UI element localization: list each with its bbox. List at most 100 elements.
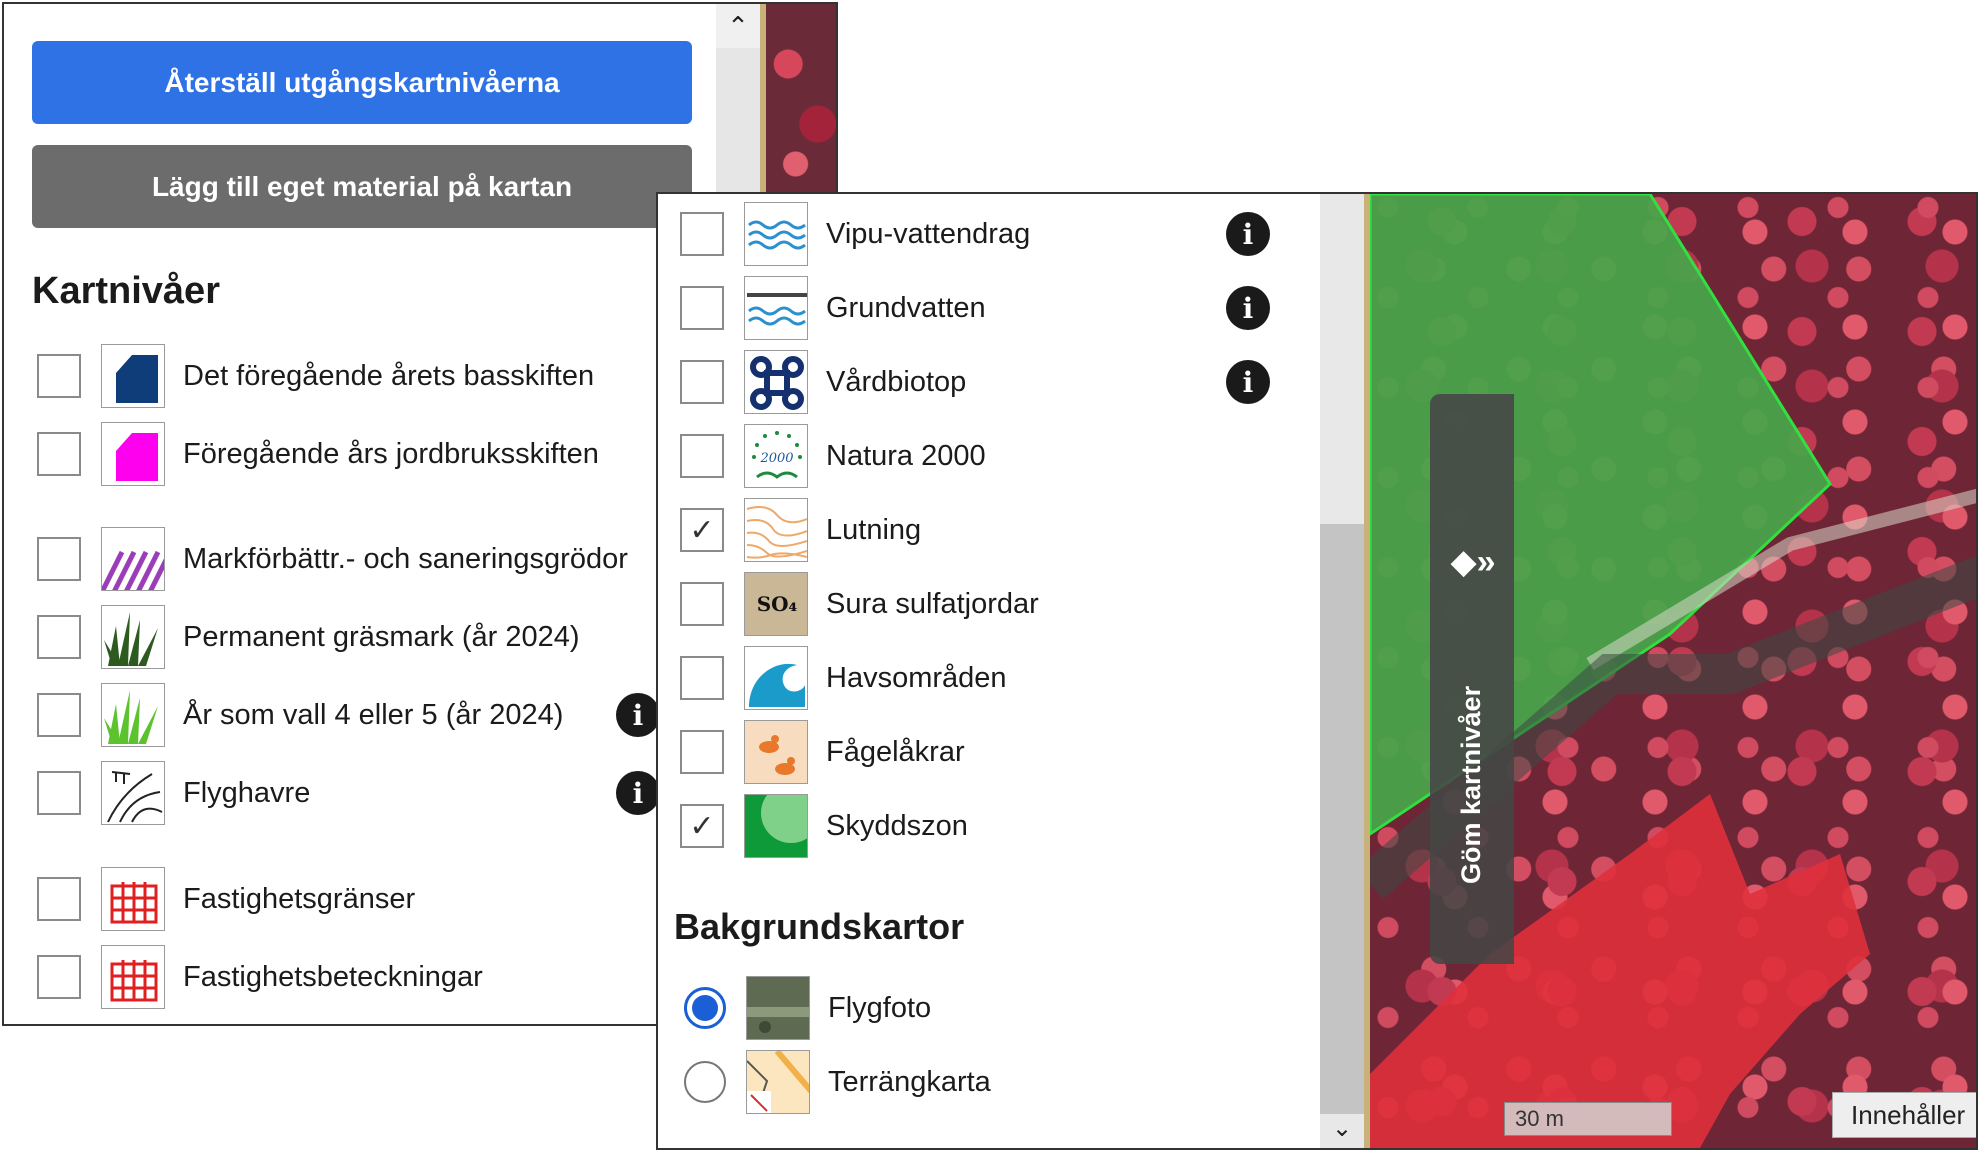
layer-checkbox[interactable] <box>37 432 81 476</box>
wild-oat-icon <box>101 761 165 825</box>
svg-text:SO₄: SO₄ <box>757 592 798 616</box>
ducks-icon <box>744 720 808 784</box>
layer-label: Fågelåkrar <box>826 735 965 768</box>
background-map-row[interactable]: Terrängkarta <box>680 1050 991 1114</box>
layer-checkbox-checked[interactable]: ✓ <box>680 804 724 848</box>
so4-icon: SO₄ <box>744 572 808 636</box>
layer-label: Flyghavre <box>183 776 311 809</box>
layer-label: Fastighetsbeteckningar <box>183 960 483 993</box>
layer-row[interactable]: ✓ Skyddszon <box>680 794 968 858</box>
layer-label: Havsområden <box>826 661 1007 694</box>
basskifte-icon <box>101 344 165 408</box>
reset-layers-button[interactable]: Återställ utgångskartnivåerna <box>32 41 692 124</box>
layer-label: Skyddszon <box>826 809 968 842</box>
contour-lines-icon <box>744 498 808 562</box>
layer-checkbox[interactable] <box>37 537 81 581</box>
scrollbar[interactable]: ⌃ <box>716 4 760 204</box>
layer-row[interactable]: Havsområden <box>680 646 1007 710</box>
background-map-label: Terrängkarta <box>828 1065 991 1098</box>
layer-row[interactable]: Vipu-vattendrag <box>680 202 1030 266</box>
radio-selected[interactable] <box>684 987 726 1029</box>
layer-checkbox[interactable] <box>37 955 81 999</box>
layer-row[interactable]: Vårdbiotop <box>680 350 966 414</box>
hatched-stripes-icon <box>101 527 165 591</box>
hide-layers-label: Göm kartnivåer <box>1456 685 1486 884</box>
layer-row[interactable]: Det föregående årets basskiften <box>37 344 594 408</box>
light-grass-icon <box>101 683 165 747</box>
protection-zone-icon <box>744 794 808 858</box>
content-button[interactable]: Innehåller <box>1832 1092 1976 1138</box>
layer-row[interactable]: Föregående års jordbruksskiften <box>37 422 599 486</box>
layer-checkbox[interactable] <box>680 360 724 404</box>
background-map-label: Flygfoto <box>828 991 932 1024</box>
layer-label: Sura sulfatjordar <box>826 587 1039 620</box>
layer-checkbox[interactable] <box>37 615 81 659</box>
layer-label: Vipu-vattendrag <box>826 217 1031 250</box>
terrain-map-icon <box>746 1050 810 1114</box>
layer-label: Natura 2000 <box>826 439 986 472</box>
layer-row[interactable]: ✓ Lutning <box>680 498 921 562</box>
layer-row[interactable]: Permanent gräsmark (år 2024) <box>37 605 580 669</box>
layer-checkbox[interactable] <box>680 582 724 626</box>
layer-label: År som vall 4 eller 5 (år 2024) <box>183 698 564 731</box>
layer-label: Lutning <box>826 513 922 546</box>
layer-checkbox[interactable] <box>680 656 724 700</box>
hide-layers-button[interactable]: ◆» Göm kartnivåer <box>1430 394 1514 964</box>
layer-checkbox[interactable] <box>37 771 81 815</box>
section-title-layers: Kartnivåer <box>32 270 220 312</box>
layer-checkbox[interactable] <box>680 286 724 330</box>
layer-list: Vipu-vattendrag i Grundvatten i Vårdbiot… <box>658 194 1320 1148</box>
map-view[interactable]: ◆» Göm kartnivåer 30 m Innehåller <box>1364 194 1976 1148</box>
layer-label: Permanent gräsmark (år 2024) <box>183 620 580 653</box>
property-fence-icon <box>101 867 165 931</box>
layer-checkbox[interactable] <box>37 354 81 398</box>
layer-checkbox[interactable] <box>680 434 724 478</box>
layer-row[interactable]: 2000 Natura 2000 <box>680 424 986 488</box>
layer-label: Vårdbiotop <box>826 365 967 398</box>
layer-row[interactable]: SO₄ Sura sulfatjordar <box>680 572 1039 636</box>
layer-label: Markförbättr.- och saneringsgrödor <box>183 542 628 575</box>
background-map-row[interactable]: Flygfoto <box>680 976 931 1040</box>
layer-row[interactable]: Fastighetsbeteckningar <box>37 945 483 1009</box>
layer-checkbox[interactable] <box>680 212 724 256</box>
info-icon[interactable]: i <box>1226 212 1270 256</box>
radio-unselected[interactable] <box>684 1061 726 1103</box>
layer-label: Grundvatten <box>826 291 986 324</box>
add-material-button[interactable]: Lägg till eget material på kartan <box>32 145 692 228</box>
scale-bar: 30 m <box>1504 1102 1672 1136</box>
info-icon[interactable]: i <box>1226 286 1270 330</box>
waves-icon <box>744 202 808 266</box>
scrollbar[interactable]: ⌄ <box>1320 194 1364 1148</box>
svg-text:2000: 2000 <box>759 451 793 466</box>
info-icon[interactable]: i <box>1226 360 1270 404</box>
layer-row[interactable]: Grundvatten <box>680 276 986 340</box>
layer-row[interactable]: Markförbättr.- och saneringsgrödor <box>37 527 628 591</box>
scrollbar-thumb[interactable] <box>1320 524 1364 1114</box>
scroll-up-icon[interactable]: ⌃ <box>716 4 760 48</box>
scroll-down-icon[interactable]: ⌄ <box>1320 1108 1364 1148</box>
groundwater-icon <box>744 276 808 340</box>
layer-row[interactable]: Fastighetsgränser <box>37 867 415 931</box>
info-icon[interactable]: i <box>616 693 660 737</box>
layer-checkbox[interactable] <box>37 877 81 921</box>
layer-checkbox-checked[interactable]: ✓ <box>680 508 724 552</box>
layer-row[interactable]: Fågelåkrar <box>680 720 965 784</box>
natura-2000-icon: 2000 <box>744 424 808 488</box>
layer-row[interactable]: År som vall 4 eller 5 (år 2024) <box>37 683 563 747</box>
map-strip <box>760 4 836 204</box>
layer-row[interactable]: Flyghavre <box>37 761 310 825</box>
dark-grass-icon <box>101 605 165 669</box>
layer-label: Fastighetsgränser <box>183 882 416 915</box>
wave-icon <box>744 646 808 710</box>
info-icon[interactable]: i <box>616 771 660 815</box>
property-fence-icon <box>101 945 165 1009</box>
layer-checkbox[interactable] <box>680 730 724 774</box>
layer-label: Det föregående årets basskiften <box>183 359 595 392</box>
layer-checkbox[interactable] <box>37 693 81 737</box>
collapse-chevrons-icon: ◆» <box>1450 543 1496 581</box>
layers-panel-front: Vipu-vattendrag i Grundvatten i Vårdbiot… <box>656 192 1978 1150</box>
jordbruksskifte-icon <box>101 422 165 486</box>
section-title-background-maps: Bakgrundskartor <box>674 906 965 947</box>
aerial-photo-icon <box>746 976 810 1040</box>
command-knot-icon <box>744 350 808 414</box>
